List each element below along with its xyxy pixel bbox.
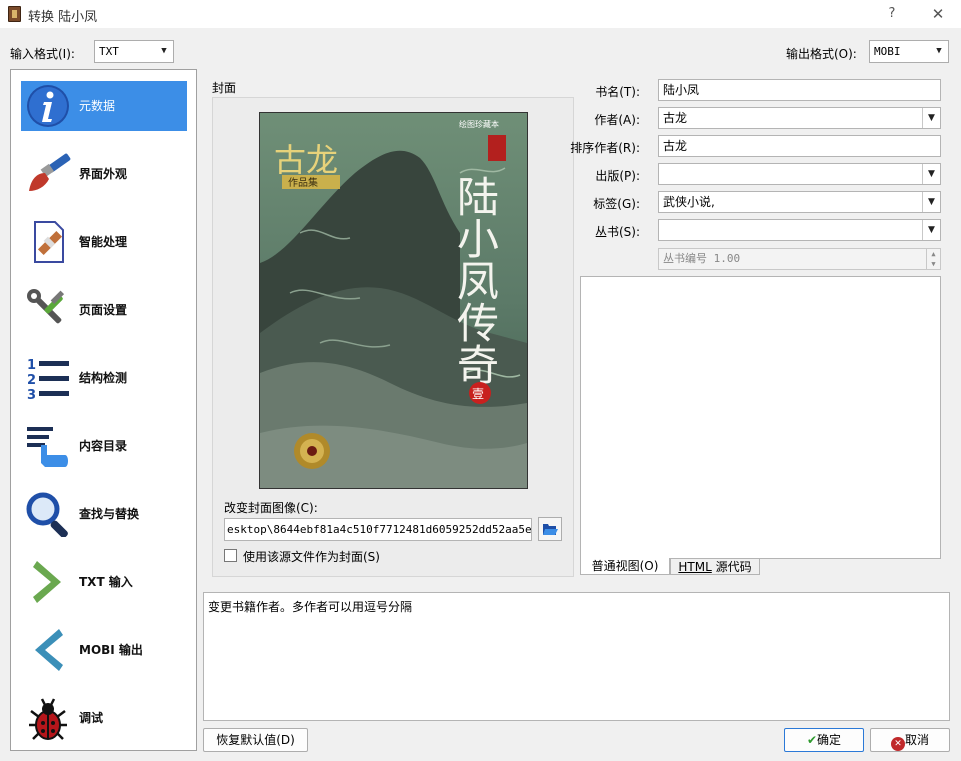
sidebar-item-structure[interactable]: 1 2 3 结构检测	[21, 353, 187, 403]
cover-group-title: 封面	[212, 81, 237, 95]
title-bar: 转换 陆小凤 ? ✕	[0, 0, 961, 28]
cover-top-tag-text: 绘图珍藏本	[459, 119, 499, 129]
tags-label: 标签(G):	[593, 197, 640, 211]
sidebar-item-label: 界面外观	[79, 167, 128, 181]
output-format-select[interactable]: MOBI ▼	[869, 40, 949, 63]
sidebar-item-look-feel[interactable]: 界面外观	[21, 149, 187, 199]
arrow-left-icon	[35, 629, 63, 671]
help-text-box: 变更书籍作者。多作者可以用逗号分隔	[203, 592, 950, 721]
cover-image: 古龙 作品集 绘图珍藏本 陆小凤传奇 壹	[259, 112, 528, 489]
ok-button[interactable]: ✔确定	[784, 728, 864, 752]
author-sort-field[interactable]: 古龙	[658, 135, 941, 157]
input-format-label: 输入格式(I):	[10, 47, 75, 61]
series-index-spinbox[interactable]: 丛书编号 1.00 ▲ ▼	[658, 248, 941, 270]
cancel-label: 取消	[904, 733, 929, 747]
close-button[interactable]: ✕	[926, 4, 950, 24]
browse-cover-button[interactable]	[538, 517, 562, 541]
sidebar-item-label: 调试	[79, 711, 104, 725]
sidebar-item-label: TXT 输入	[79, 575, 133, 589]
sidebar-item-label: 智能处理	[79, 235, 128, 249]
series-index-value: 丛书编号 1.00	[663, 252, 741, 265]
svg-text:1: 1	[27, 358, 36, 373]
paintbrush-icon	[29, 153, 71, 191]
svg-text:2: 2	[27, 373, 36, 388]
tab-normal-view[interactable]: 普通视图(O)	[580, 558, 670, 575]
chevron-down-icon: ▼	[936, 46, 942, 56]
output-format-value: MOBI	[874, 45, 901, 58]
cover-series-sub-text: 作品集	[288, 176, 318, 189]
magnifier-icon	[26, 492, 68, 537]
series-label: 丛书(S):	[594, 225, 640, 239]
author-sort-label: 排序作者(R):	[570, 141, 640, 155]
arrow-right-icon	[33, 561, 61, 603]
author-value: 古龙	[663, 111, 688, 125]
sidebar-item-heuristics[interactable]: 智能处理	[21, 217, 187, 267]
document-wand-icon	[34, 221, 64, 263]
sidebar-item-toc[interactable]: 内容目录	[21, 421, 187, 471]
publisher-label: 出版(P):	[595, 169, 640, 183]
cover-volume-text: 壹	[472, 387, 484, 401]
folder-open-icon	[543, 524, 558, 535]
app-icon	[8, 6, 21, 22]
author-combo[interactable]: 古龙 ▼	[658, 107, 941, 129]
ok-label: 确定	[817, 733, 842, 747]
input-format-select[interactable]: TXT ▼	[94, 40, 174, 63]
svg-text:3: 3	[27, 388, 36, 401]
author-label: 作者(A):	[594, 113, 640, 127]
sidebar-item-label: 结构检测	[79, 371, 128, 385]
toc-pointer-icon	[27, 427, 68, 467]
chevron-down-icon: ▼	[922, 108, 940, 128]
bug-icon	[29, 698, 67, 740]
spin-arrows-icon: ▲ ▼	[926, 249, 940, 269]
cancel-button[interactable]: ✕ 取消	[870, 728, 950, 752]
title-label: 书名(T):	[595, 85, 640, 99]
publisher-combo[interactable]: ▼	[658, 163, 941, 185]
tags-value: 武侠小说,	[663, 195, 715, 209]
series-combo[interactable]: ▼	[658, 219, 941, 241]
numbered-list-icon: 1 2 3	[27, 358, 69, 401]
check-icon: ✔	[806, 733, 818, 747]
tab-html-prefix: HTML	[678, 560, 712, 574]
sidebar-item-label: 查找与替换	[79, 507, 140, 521]
help-button[interactable]: ?	[880, 4, 904, 24]
change-cover-label: 改变封面图像(C):	[224, 501, 318, 515]
window-title: 转换 陆小凤	[28, 10, 98, 25]
sidebar-item-mobi-output[interactable]: MOBI 输出	[21, 625, 187, 675]
chevron-down-icon: ▼	[922, 164, 940, 184]
input-format-value: TXT	[99, 45, 119, 58]
comments-editor[interactable]	[580, 276, 941, 559]
cover-title-text: 陆小凤传奇	[451, 175, 500, 385]
tab-html-source[interactable]: HTML 源代码	[670, 558, 760, 575]
info-icon	[27, 85, 69, 127]
sidebar-item-debug[interactable]: 调试	[21, 693, 187, 743]
sidebar-item-metadata[interactable]: 元数据	[21, 81, 187, 131]
sidebar-item-page-setup[interactable]: 页面设置	[21, 285, 187, 335]
restore-defaults-button[interactable]: 恢复默认值(D)	[203, 728, 308, 752]
use-source-cover-label: 使用该源文件作为封面(S)	[243, 550, 380, 564]
wrench-screwdriver-icon	[27, 289, 65, 324]
use-source-cover-checkbox[interactable]	[224, 549, 237, 562]
cancel-icon: ✕	[890, 737, 905, 751]
chevron-down-icon: ▼	[161, 46, 167, 56]
sidebar-item-search-replace[interactable]: 查找与替换	[21, 489, 187, 539]
sidebar-item-txt-input[interactable]: TXT 输入	[21, 557, 187, 607]
tab-html-suffix: 源代码	[711, 560, 752, 574]
sidebar-item-label: MOBI 输出	[79, 643, 143, 657]
chevron-down-icon: ▼	[922, 220, 940, 240]
chevron-down-icon: ▼	[922, 192, 940, 212]
title-field[interactable]: 陆小凤	[658, 79, 941, 101]
sidebar-item-label: 页面设置	[79, 303, 128, 317]
cover-path-field[interactable]: esktop\8644ebf81a4c510f7712481d6059252dd…	[224, 518, 532, 541]
sidebar: 元数据 界面外观 智能处理 页面设置 1 2 3 结构检测 内容目录 查找与替换…	[10, 69, 197, 751]
cover-series-text: 古龙	[274, 141, 338, 179]
output-format-label: 输出格式(O):	[786, 47, 857, 61]
tags-combo[interactable]: 武侠小说, ▼	[658, 191, 941, 213]
sidebar-item-label: 元数据	[79, 99, 116, 113]
sidebar-item-label: 内容目录	[79, 439, 128, 453]
